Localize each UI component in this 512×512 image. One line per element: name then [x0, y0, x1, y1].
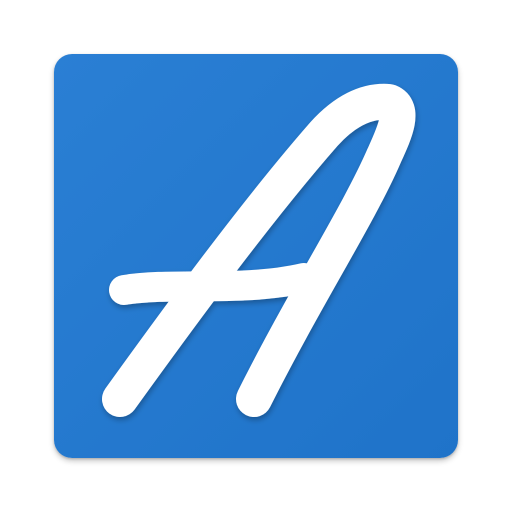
app-icon-graphic	[54, 54, 458, 458]
icon-canvas	[0, 0, 512, 512]
app-icon[interactable]	[54, 54, 458, 458]
letter-a-crossbar-stroke	[109, 263, 319, 305]
